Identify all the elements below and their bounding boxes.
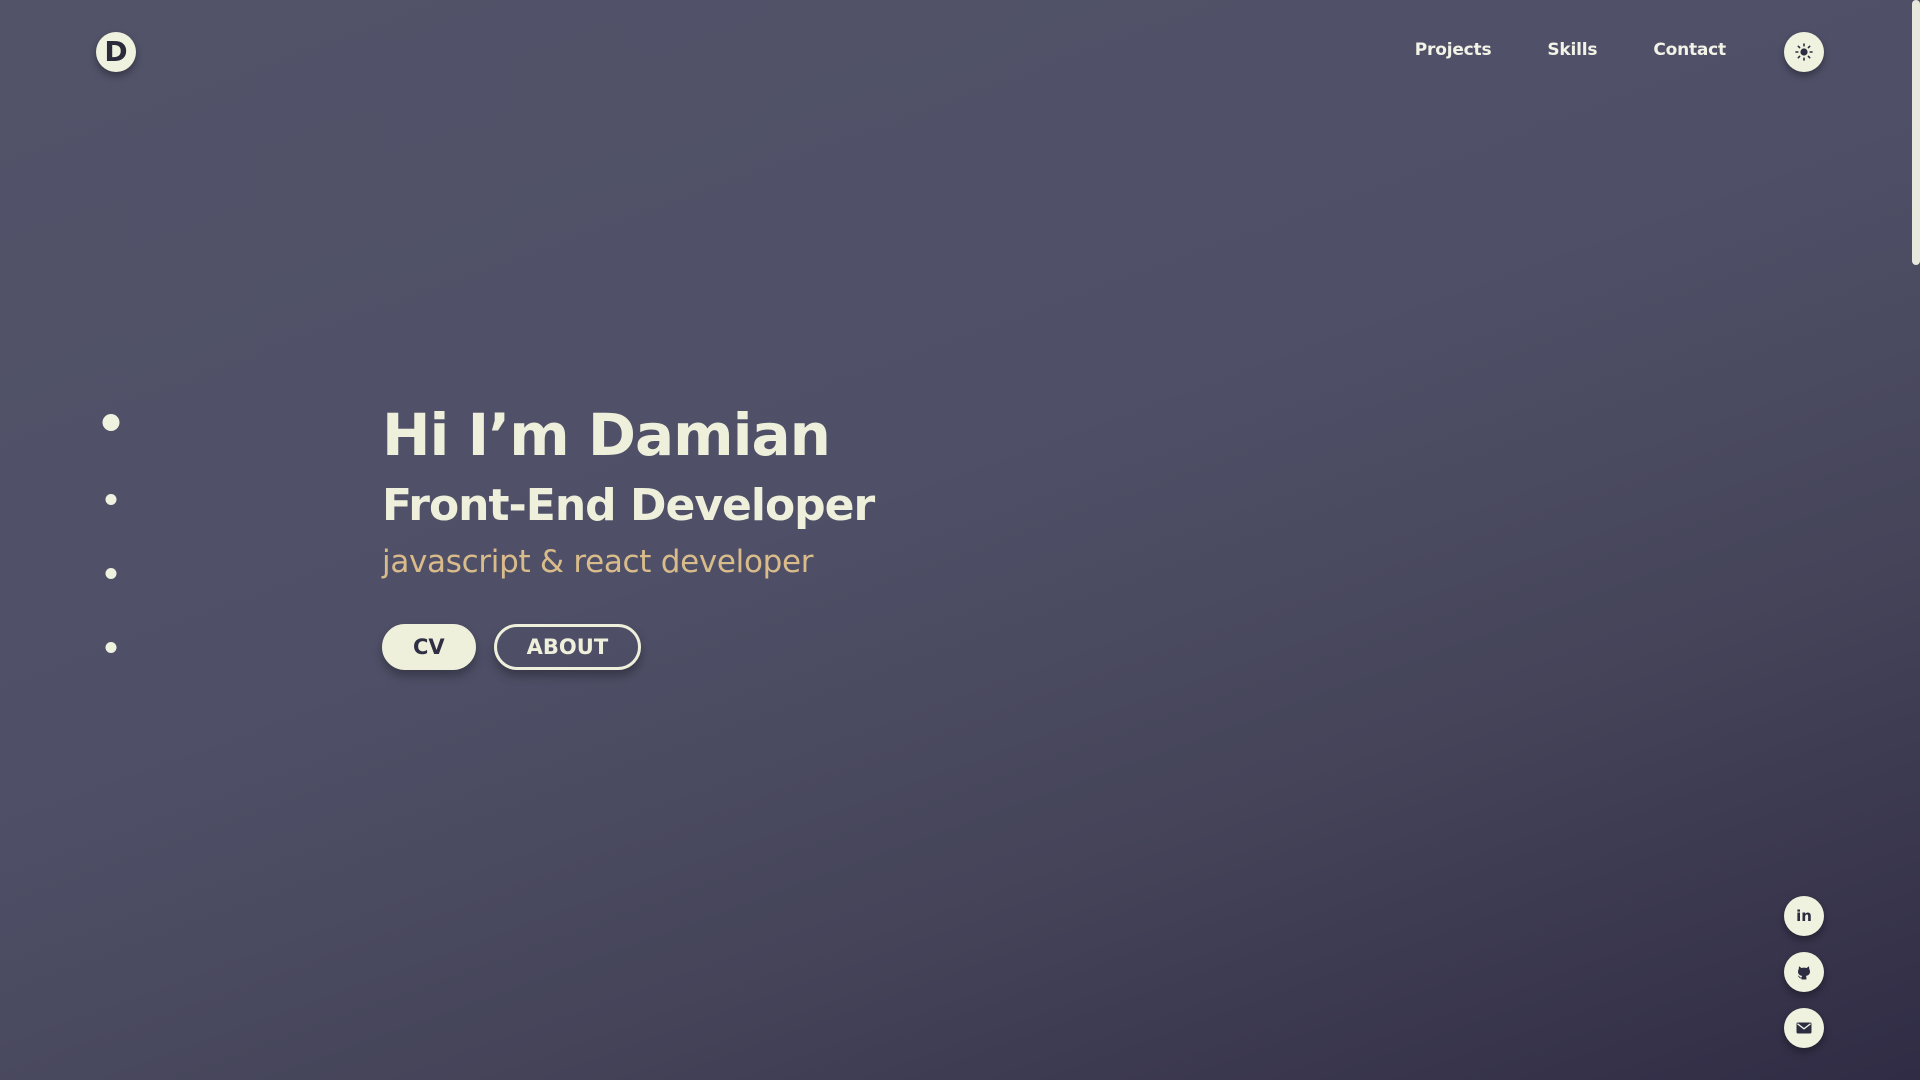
linkedin-button[interactable]: in <box>1784 896 1824 936</box>
hero-section: Hi I’m Damian Front-End Developer javasc… <box>382 398 875 670</box>
github-icon <box>1797 966 1810 980</box>
hero-title: Hi I’m Damian <box>382 401 831 469</box>
scrollbar-thumb[interactable] <box>1912 0 1920 265</box>
hero-subtitle: Front-End Developer <box>382 480 875 531</box>
linkedin-icon: in <box>1796 907 1812 925</box>
github-button[interactable] <box>1784 952 1824 992</box>
sun-icon <box>1795 43 1813 61</box>
mail-icon <box>1796 1022 1812 1034</box>
nav-link-contact[interactable]: Contact <box>1653 40 1726 60</box>
hero-tagline: javascript & react developer <box>382 544 814 580</box>
logo[interactable]: D <box>96 32 136 72</box>
about-button[interactable]: ABOUT <box>493 624 642 670</box>
social-links: in <box>1784 896 1824 1048</box>
theme-toggle-button[interactable] <box>1784 32 1824 72</box>
section-dot[interactable] <box>105 568 117 579</box>
email-button[interactable] <box>1784 1008 1824 1048</box>
nav-link-skills[interactable]: Skills <box>1547 40 1597 60</box>
section-dot[interactable] <box>105 494 117 505</box>
nav-link-projects[interactable]: Projects <box>1415 40 1492 60</box>
section-dot[interactable] <box>105 642 117 653</box>
section-dot-active[interactable] <box>102 414 120 431</box>
hero-buttons: CV ABOUT <box>382 624 874 670</box>
cv-button[interactable]: CV <box>382 624 476 670</box>
scrollbar[interactable] <box>1910 0 1920 1080</box>
section-dots <box>102 414 120 654</box>
top-nav: Projects Skills Contact <box>1415 40 1726 60</box>
